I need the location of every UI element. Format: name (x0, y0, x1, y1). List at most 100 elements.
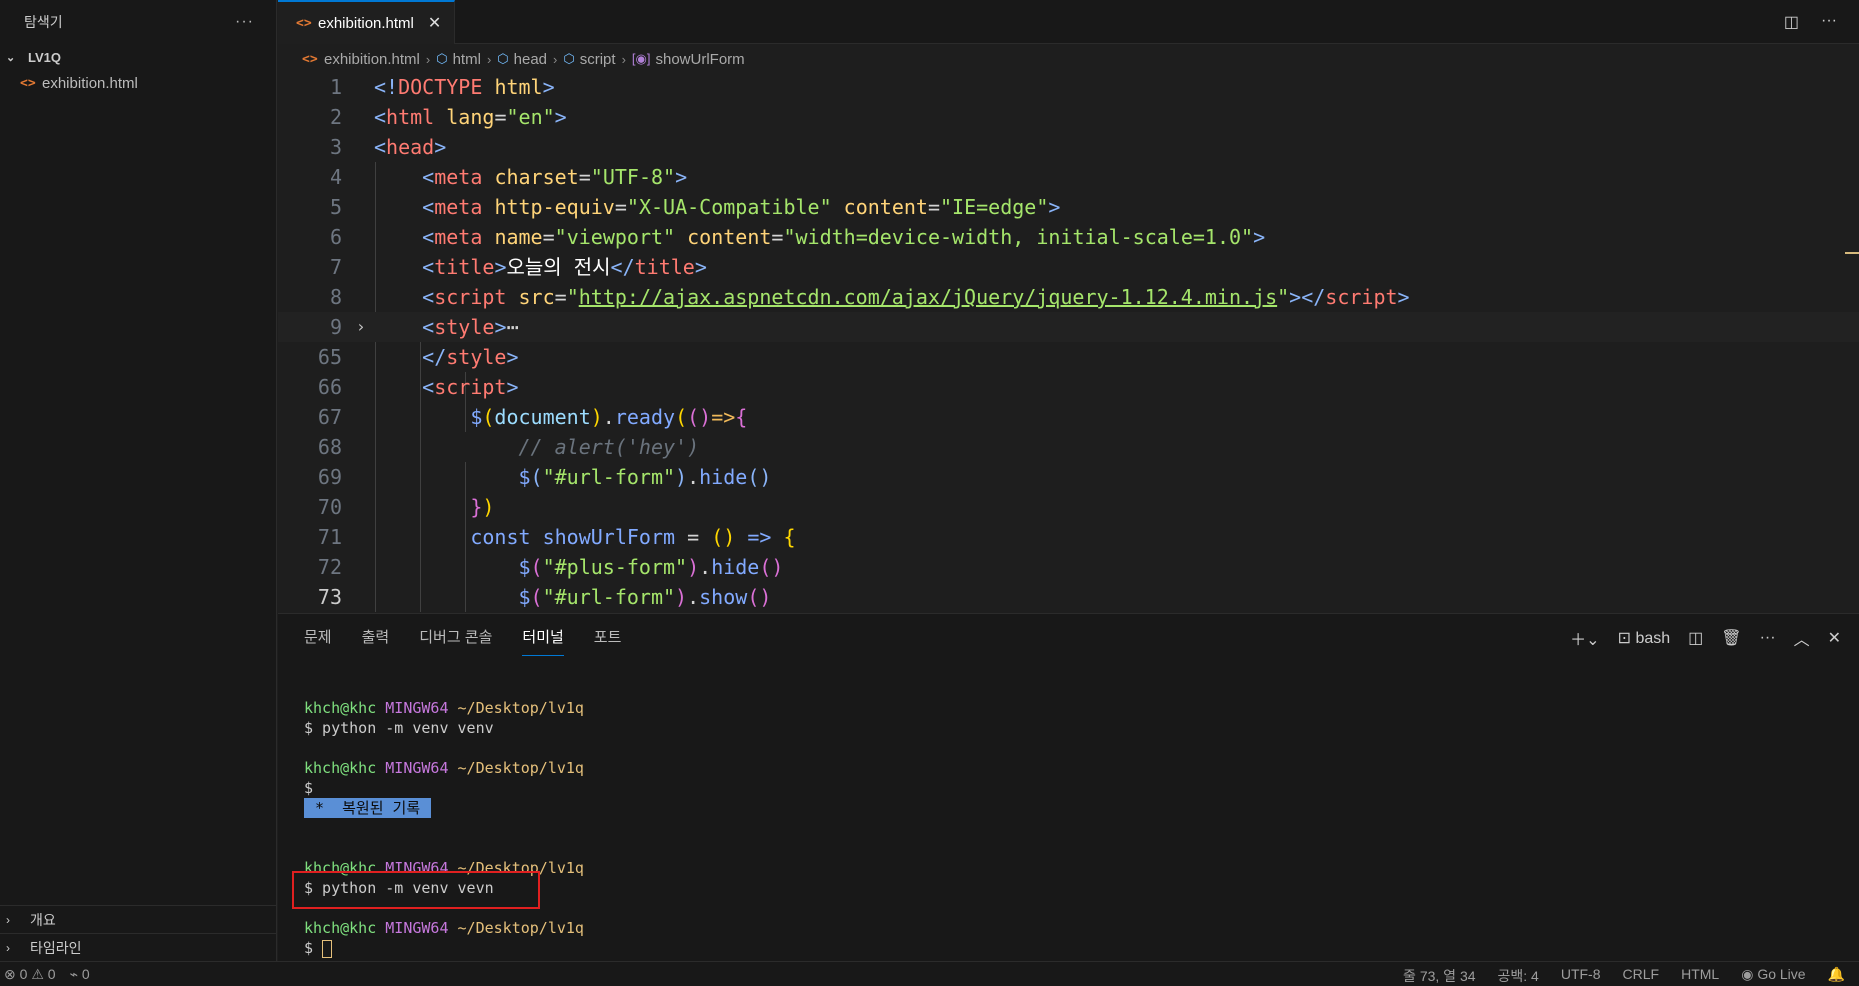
command-line: $ (304, 779, 314, 797)
folder-label: LV1Q (28, 49, 61, 65)
code-line: <title>오늘의 전시</title> (422, 255, 707, 279)
code-line: <html lang="en"> (374, 105, 567, 129)
file-exhibition-html[interactable]: <> exhibition.html (0, 70, 276, 96)
breadcrumb-head[interactable]: head (514, 51, 547, 68)
go-live-button[interactable]: ◉ Go Live (1741, 966, 1805, 986)
bottom-panel: 문제 출력 디버그 콘솔 터미널 포트 ＋⌄ ⊡ bash ◫ 🗑 ··· ︿ … (278, 613, 1859, 962)
code-line: <head> (374, 135, 447, 159)
line-number: 71 (317, 525, 342, 549)
tab-exhibition-html[interactable]: <> exhibition.html ✕ (278, 0, 455, 44)
timeline-label: 타임라인 (30, 939, 82, 956)
more-actions-icon[interactable]: ··· (1821, 12, 1837, 32)
error-icon: ⊗ (4, 966, 16, 982)
code-line: // alert('hey') (374, 432, 700, 462)
file-label: exhibition.html (42, 74, 138, 92)
selector-string: "#url-form" (542, 585, 676, 609)
restored-history-badge: * 복원된 기록 (304, 798, 432, 818)
status-bar: ⊗ 0 ⚠ 0 ⌁ 0 줄 73, 열 34 공백: 4 UTF-8 CRLF … (0, 961, 1859, 986)
chevron-right-icon[interactable]: › (356, 312, 366, 342)
current-prompt[interactable]: $ (304, 938, 584, 958)
bell-icon[interactable]: 🔔 (1828, 966, 1845, 986)
chevron-right-icon: › (425, 51, 431, 67)
element-icon: ⬡ (436, 51, 448, 66)
code-line: <style>⋯ (422, 315, 519, 339)
close-icon[interactable]: ✕ (428, 13, 441, 33)
line-number: 8 (329, 285, 342, 309)
terminal-output[interactable]: khch@khc MINGW64 ~/Desktop/lv1q $ python… (304, 696, 584, 958)
line-number: 73 (317, 585, 342, 609)
code-line: $("#plus-form").hide() (518, 555, 784, 579)
split-terminal-icon[interactable]: ◫ (1688, 628, 1703, 648)
line-number: 65 (317, 345, 342, 369)
line-number: 5 (329, 195, 342, 219)
breadcrumb-symbol[interactable]: showUrlForm (655, 51, 744, 68)
html-file-icon: <> (296, 15, 312, 31)
highlight-annotation-box (292, 871, 540, 909)
chevron-right-icon: › (621, 51, 626, 67)
tab-ports[interactable]: 포트 (594, 626, 622, 656)
line-number: 9 (329, 315, 342, 339)
cursor-position[interactable]: 줄 73, 열 34 (1403, 966, 1475, 986)
script-src-link[interactable]: http://ajax.aspnetcdn.com/ajax/jQuery/jq… (579, 285, 1277, 309)
html-file-icon: <> (302, 51, 318, 67)
ports-status[interactable]: ⌁ 0 (70, 966, 90, 983)
folder-lv1q[interactable]: ⌄ LV1Q (0, 44, 276, 70)
html-file-icon: <> (20, 75, 36, 91)
line-number: 6 (329, 225, 342, 249)
title-text: 오늘의 전시 (506, 255, 611, 279)
explorer-sidebar: 탐색기 ··· ⌄ LV1Q <> exhibition.html › 개요 ›… (0, 0, 277, 961)
outline-section[interactable]: › 개요 (0, 905, 276, 933)
outline-label: 개요 (30, 911, 56, 928)
element-icon: ⬡ (563, 51, 575, 66)
code-line: <script> (422, 375, 519, 399)
code-line: $(document).ready(()=>{ (470, 405, 748, 429)
line-number: 72 (317, 555, 342, 579)
line-number: 69 (317, 465, 342, 489)
selector-string: "#url-form" (542, 465, 676, 489)
command-line: $ python -m venv venv (304, 719, 494, 737)
warning-icon: ⚠ (31, 966, 44, 982)
code-line: <meta http-equiv="X-UA-Compatible" conte… (422, 195, 1061, 219)
more-actions-icon[interactable]: ··· (1760, 629, 1776, 647)
tab-debug-console[interactable]: 디버그 콘솔 (419, 626, 492, 656)
maximize-panel-icon[interactable]: ︿ (1794, 626, 1810, 650)
code-line: <script src="http://ajax.aspnetcdn.com/a… (422, 285, 1410, 309)
indentation[interactable]: 공백: 4 (1498, 966, 1539, 986)
prompt-line: khch@khc MINGW64 ~/Desktop/lv1q (304, 699, 584, 717)
more-actions-icon[interactable]: ··· (235, 13, 254, 31)
problems-status[interactable]: ⊗ 0 ⚠ 0 (4, 966, 56, 983)
chevron-right-icon: › (6, 912, 10, 927)
tab-terminal[interactable]: 터미널 (522, 626, 564, 656)
trash-icon[interactable]: 🗑 (1721, 628, 1741, 648)
chevron-right-icon: › (6, 940, 10, 955)
code-line: }) (470, 495, 495, 519)
timeline-section[interactable]: › 타임라인 (0, 933, 276, 961)
code-editor[interactable]: 1 <!DOCTYPE html> 2 <html lang="en"> 3 <hea… (278, 72, 1859, 612)
breadcrumb-html[interactable]: html (453, 51, 481, 68)
language-mode[interactable]: HTML (1681, 966, 1719, 986)
line-number: 70 (317, 495, 342, 519)
close-panel-icon[interactable]: ✕ (1828, 628, 1841, 648)
breadcrumb: <> exhibition.html › ⬡ html › ⬡ head › ⬡… (278, 46, 1859, 72)
terminal-shell-selector[interactable]: ⊡ bash (1618, 628, 1671, 648)
tab-label: exhibition.html (318, 14, 414, 32)
tab-problems[interactable]: 문제 (304, 626, 332, 656)
prompt-line: khch@khc MINGW64 ~/Desktop/lv1q (304, 759, 584, 777)
code-line: <!DOCTYPE html> (374, 75, 555, 99)
split-editor-icon[interactable]: ◫ (1784, 12, 1799, 32)
explorer-header: 탐색기 ··· (0, 0, 276, 44)
tab-output[interactable]: 출력 (362, 626, 390, 656)
line-number: 2 (329, 105, 342, 129)
new-terminal-icon[interactable]: ＋⌄ (1570, 626, 1599, 650)
encoding[interactable]: UTF-8 (1561, 966, 1601, 986)
end-of-line[interactable]: CRLF (1623, 966, 1660, 986)
terminal-icon: ⊡ (1617, 630, 1631, 647)
code-line: $("#url-form").show() (518, 585, 772, 609)
code-line: <meta name="viewport" content="width=dev… (422, 225, 1266, 249)
broadcast-icon: ⌁ (69, 966, 78, 982)
breadcrumb-file[interactable]: exhibition.html (324, 51, 420, 68)
selector-string: "#plus-form" (542, 555, 688, 579)
line-number: 7 (329, 255, 342, 279)
terminal-cursor (322, 939, 333, 958)
breadcrumb-script[interactable]: script (580, 51, 616, 68)
